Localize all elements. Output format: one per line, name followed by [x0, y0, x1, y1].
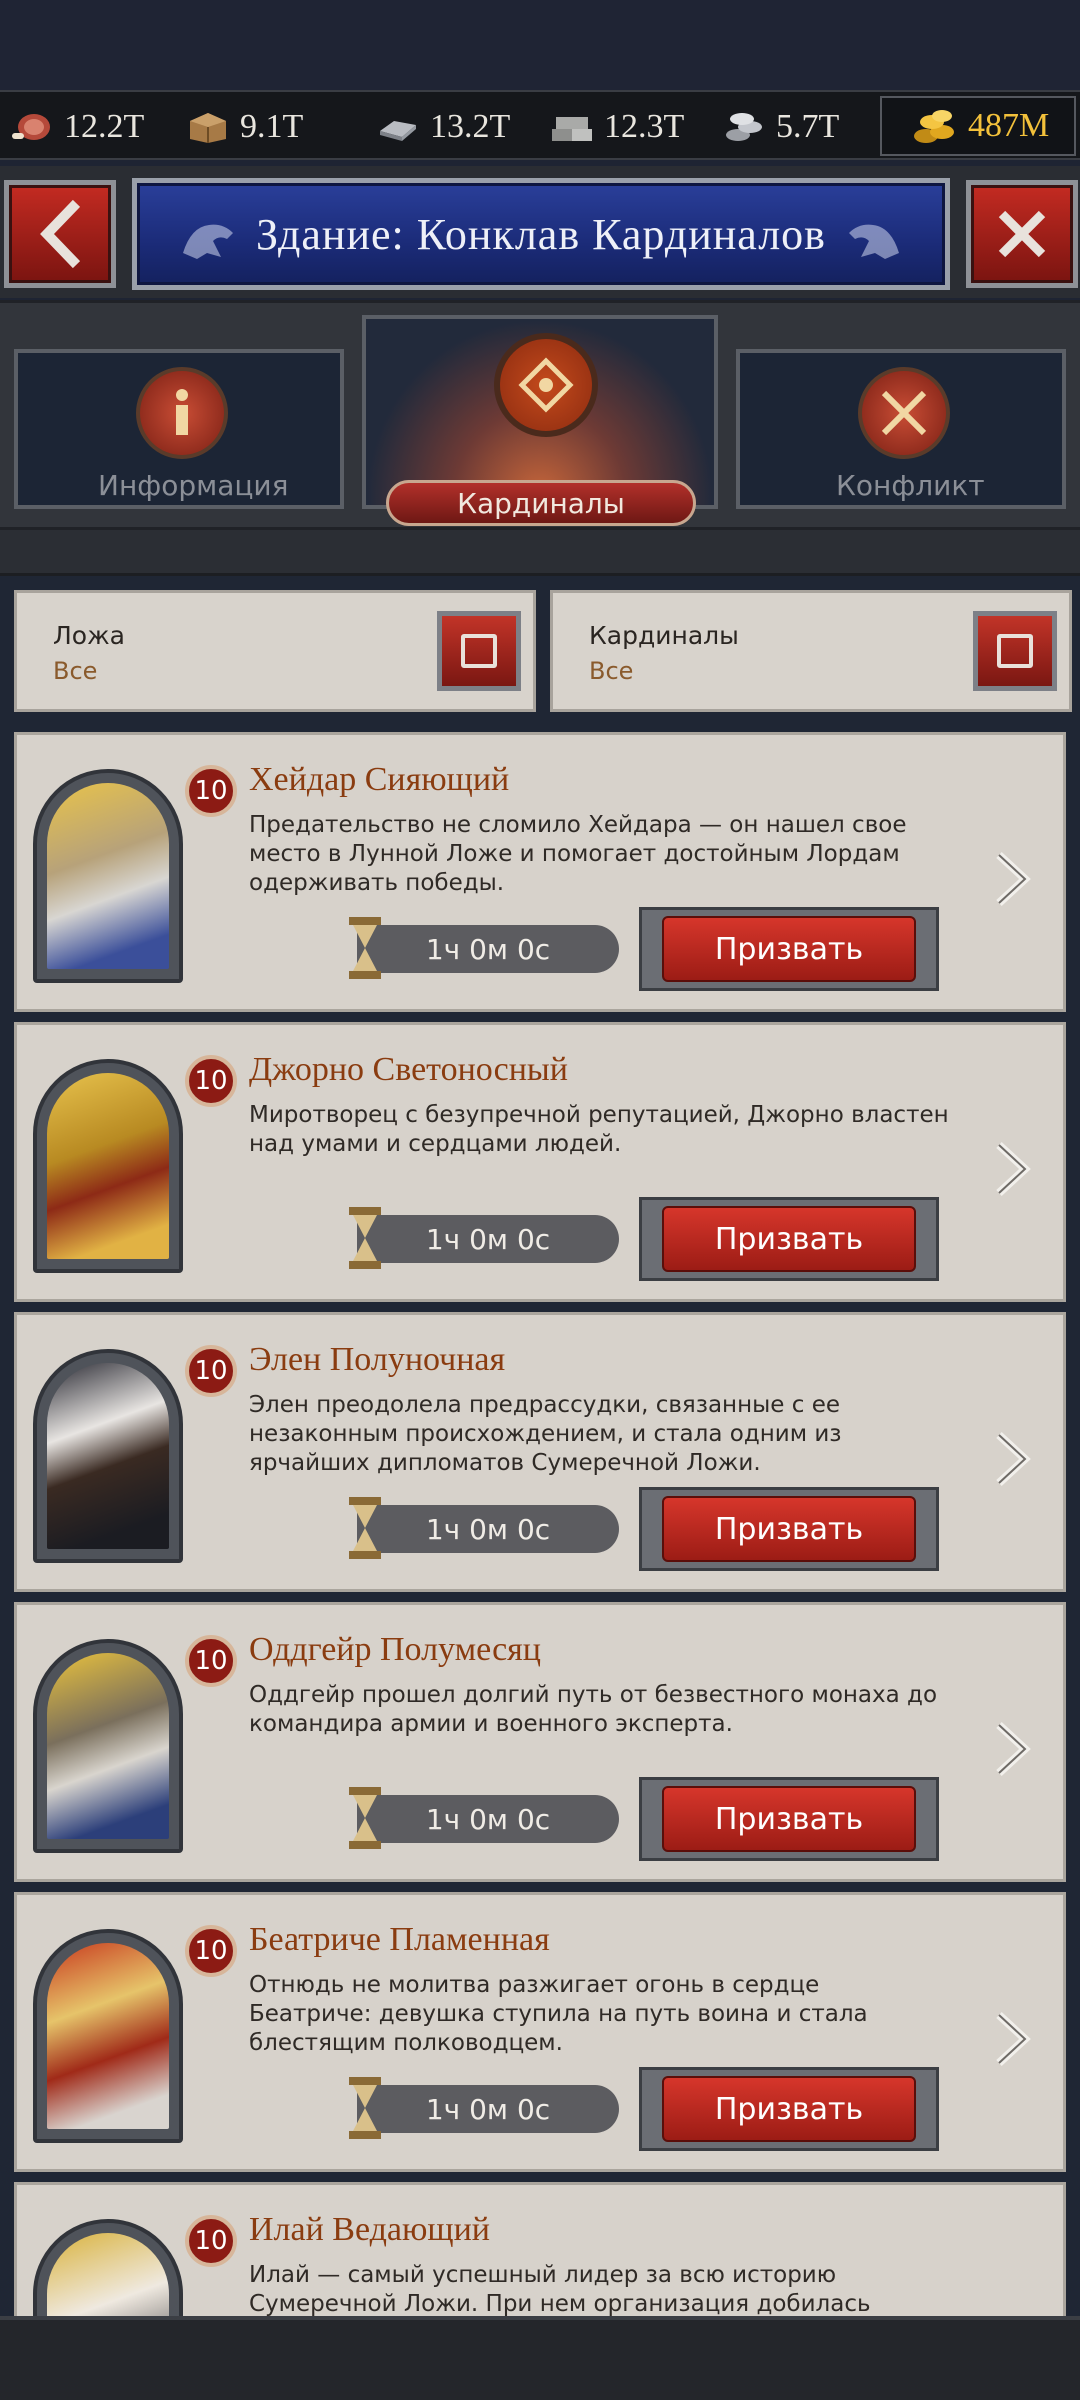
- level-badge: 10: [185, 1925, 237, 1977]
- close-button[interactable]: [966, 180, 1078, 288]
- cardinal-description: Элен преодолела предрассудки, связанные …: [249, 1392, 842, 1476]
- chevron-left-icon: [40, 199, 81, 269]
- level-badge: 10: [185, 765, 237, 817]
- resource-iron[interactable]: 13.2T: [376, 104, 510, 150]
- hourglass-icon: [349, 917, 381, 979]
- level-badge: 10: [185, 1055, 237, 1107]
- page-title: Здание: Конклав Кардиналов: [256, 209, 826, 259]
- cardinal-card[interactable]: 10 Оддгейр Полумесяц Оддгейр прошел долг…: [14, 1602, 1066, 1882]
- hourglass-icon: [349, 1207, 381, 1269]
- summon-button-label: Призвать: [662, 1496, 916, 1562]
- cardinal-portrait: [33, 1929, 183, 2143]
- cardinal-seal-icon: [494, 333, 598, 437]
- hourglass-icon: [349, 1787, 381, 1849]
- cardinal-name: Элен Полуночная: [249, 1341, 506, 1378]
- filter-cardinals-label: Кардиналы: [589, 621, 739, 650]
- cardinal-card[interactable]: 10 Илай Ведающий Илай — самый успешный л…: [14, 2182, 1066, 2316]
- cardinal-name: Оддгейр Полумесяц: [249, 1631, 541, 1668]
- summon-button[interactable]: Призвать: [639, 2067, 939, 2151]
- summon-timer: 1ч 0м 0с: [357, 1505, 619, 1553]
- filter-cardinals-value: Все: [589, 657, 634, 685]
- cardinal-portrait: [33, 769, 183, 983]
- chevron-right-icon[interactable]: [987, 2007, 1037, 2071]
- checkbox-icon: [997, 634, 1033, 668]
- cardinal-name: Хейдар Сияющий: [249, 761, 510, 798]
- cardinal-description: Оддгейр прошел долгий путь от безвестног…: [249, 1682, 938, 1737]
- info-icon: [136, 367, 228, 459]
- cardinal-description: Отнюдь не молитва разжигает огонь в серд…: [249, 1972, 868, 2056]
- resource-wood[interactable]: 9.1T: [186, 104, 303, 150]
- summon-button[interactable]: Призвать: [639, 1777, 939, 1861]
- title-banner: Здание: Конклав Кардиналов: [132, 178, 950, 290]
- chevron-right-icon[interactable]: [987, 1137, 1037, 1201]
- cardinal-description: Миротворец с безупречной репутацией, Джо…: [249, 1102, 949, 1157]
- gold-coins-icon: [914, 110, 954, 143]
- lion-crest-icon: [849, 224, 899, 259]
- summon-timer: 1ч 0м 0с: [357, 1795, 619, 1843]
- cardinal-description: Предательство не сломило Хейдара — он на…: [249, 812, 907, 896]
- cardinal-name: Беатриче Пламенная: [249, 1921, 550, 1958]
- stone-icon: [552, 117, 592, 141]
- summon-button[interactable]: Призвать: [639, 1197, 939, 1281]
- cardinal-portrait: [33, 1639, 183, 1853]
- close-icon: [998, 210, 1046, 258]
- checkbox-icon: [461, 634, 497, 668]
- resource-stone[interactable]: 12.3T: [550, 104, 684, 150]
- hourglass-icon: [349, 2077, 381, 2139]
- summon-timer: 1ч 0м 0с: [357, 2085, 619, 2133]
- cardinal-portrait: [33, 1059, 183, 1273]
- tab-conflict-label: Конфликт: [836, 469, 985, 502]
- divider: [0, 530, 1080, 576]
- hourglass-icon: [349, 1497, 381, 1559]
- summon-timer: 1ч 0м 0с: [357, 1215, 619, 1263]
- crossed-swords-icon: [858, 367, 950, 459]
- summon-button-label: Призвать: [662, 2076, 916, 2142]
- summon-button[interactable]: Призвать: [639, 1487, 939, 1571]
- silver-icon: [726, 113, 762, 141]
- bottom-frame: [0, 2316, 1080, 2400]
- tab-info[interactable]: Информация: [14, 349, 344, 509]
- resource-silver[interactable]: 5.7T: [722, 104, 839, 150]
- lion-crest-icon: [183, 224, 233, 259]
- cardinal-name: Джорно Светоносный: [249, 1051, 568, 1088]
- chevron-right-icon[interactable]: [987, 847, 1037, 911]
- summon-button-label: Призвать: [662, 1786, 916, 1852]
- summon-button-label: Призвать: [662, 916, 916, 982]
- cardinal-name: Илай Ведающий: [249, 2211, 490, 2248]
- filter-lodge-label: Ложа: [53, 621, 125, 650]
- cardinal-portrait: [33, 1349, 183, 1563]
- iron-icon: [380, 121, 416, 141]
- cardinal-card[interactable]: 10 Элен Полуночная Элен преодолела предр…: [14, 1312, 1066, 1592]
- resource-bar: 12.2T 9.1T 13.2T 12.3T 5.7T 487M: [0, 90, 1080, 160]
- tab-cardinals-label[interactable]: Кардиналы: [386, 480, 696, 526]
- cardinal-list[interactable]: Ложа Все Кардиналы Все 10 Хейдар Сияющий…: [0, 576, 1080, 2316]
- header: Здание: Конклав Кардиналов: [0, 166, 1080, 298]
- filter-cardinals[interactable]: Кардиналы Все: [550, 590, 1072, 712]
- cardinal-card[interactable]: 10 Джорно Светоносный Миротворец с безуп…: [14, 1022, 1066, 1302]
- wood-icon: [190, 113, 226, 143]
- level-badge: 10: [185, 1635, 237, 1687]
- summon-button[interactable]: Призвать: [639, 907, 939, 991]
- cardinal-portrait: [33, 2219, 183, 2316]
- cardinal-card[interactable]: 10 Хейдар Сияющий Предательство не сломи…: [14, 732, 1066, 1012]
- gold-counter[interactable]: 487M: [880, 96, 1076, 156]
- cardinal-description: Илай — самый успешный лидер за всю истор…: [249, 2262, 871, 2316]
- back-button[interactable]: [4, 180, 116, 288]
- level-badge: 10: [185, 1345, 237, 1397]
- cardinal-card[interactable]: 10 Беатриче Пламенная Отнюдь не молитва …: [14, 1892, 1066, 2172]
- filter-lodge-value: Все: [53, 657, 98, 685]
- tab-info-label: Информация: [98, 469, 289, 502]
- chevron-right-icon[interactable]: [987, 1427, 1037, 1491]
- resource-meat[interactable]: 12.2T: [10, 104, 144, 150]
- filter-lodge-button[interactable]: [437, 611, 521, 691]
- summon-timer: 1ч 0м 0с: [357, 925, 619, 973]
- level-badge: 10: [185, 2215, 237, 2267]
- filter-lodge[interactable]: Ложа Все: [14, 590, 536, 712]
- tab-conflict[interactable]: Конфликт: [736, 349, 1066, 509]
- chevron-right-icon[interactable]: [987, 1717, 1037, 1781]
- summon-button-label: Призвать: [662, 1206, 916, 1272]
- meat-icon: [12, 114, 50, 140]
- filter-cardinals-button[interactable]: [973, 611, 1057, 691]
- status-bar: [0, 0, 1080, 90]
